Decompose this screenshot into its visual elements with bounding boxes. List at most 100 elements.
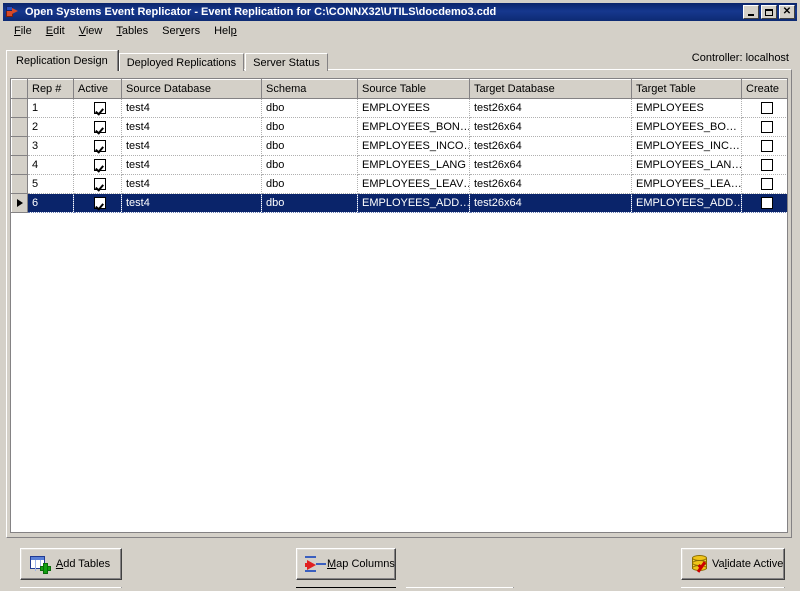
column-header-source-table[interactable]: Source Table: [358, 80, 470, 99]
create-checkbox[interactable]: [761, 102, 773, 114]
active-checkbox[interactable]: [94, 178, 106, 190]
maximize-button[interactable]: [761, 5, 777, 19]
close-button[interactable]: ✕: [779, 5, 795, 19]
create-checkbox[interactable]: [761, 140, 773, 152]
menu-prefix-help: Hel: [214, 25, 231, 37]
cell-active[interactable]: [74, 137, 122, 156]
active-checkbox[interactable]: [94, 121, 106, 133]
menu-item-help[interactable]: Help: [207, 23, 244, 39]
active-checkbox[interactable]: [94, 102, 106, 114]
action-button-bar: Add Tables Delete Rep: [6, 540, 792, 591]
delete-rep-button[interactable]: Delete Rep: [20, 587, 122, 591]
menu-item-tables[interactable]: Tables: [109, 23, 155, 39]
column-header-create[interactable]: Create: [742, 80, 788, 99]
row-header[interactable]: [12, 137, 28, 156]
cell-active[interactable]: [74, 194, 122, 213]
cell-schema: dbo: [262, 99, 358, 118]
map-columns-button[interactable]: Map Columns: [296, 548, 396, 580]
column-header-target-table[interactable]: Target Table: [632, 80, 742, 99]
tab-server-status[interactable]: Server Status: [245, 53, 328, 71]
cell-target-table: EMPLOYEES_LEA…: [632, 175, 742, 194]
row-header[interactable]: [12, 99, 28, 118]
create-checkbox[interactable]: [761, 159, 773, 171]
cell-create[interactable]: [742, 156, 788, 175]
cell-active[interactable]: [74, 156, 122, 175]
menu-bar: File Edit View Tables Servers Help: [3, 21, 797, 40]
cell-rep-number: 6: [28, 194, 74, 213]
cell-create[interactable]: [742, 118, 788, 137]
menu-label-servers: ers: [185, 25, 200, 37]
menu-label-file: ile: [21, 25, 32, 37]
create-checkbox[interactable]: [761, 178, 773, 190]
create-checkbox[interactable]: [761, 197, 773, 209]
window-title: Open Systems Event Replicator - Event Re…: [25, 6, 743, 18]
table-row[interactable]: 5 test4 dbo EMPLOYEES_LEAV… test26x64 EM…: [12, 175, 788, 194]
cell-create[interactable]: [742, 175, 788, 194]
validate-active-button[interactable]: Validate Active: [681, 548, 785, 580]
cell-target-table: EMPLOYEES_BO…: [632, 118, 742, 137]
add-tables-button[interactable]: Add Tables: [20, 548, 122, 580]
menu-item-view[interactable]: View: [72, 23, 110, 39]
menu-item-edit[interactable]: Edit: [39, 23, 72, 39]
cell-source-database: test4: [122, 156, 262, 175]
title-bar[interactable]: Open Systems Event Replicator - Event Re…: [3, 3, 797, 21]
config-servers-button[interactable]: Config Servers: [406, 587, 514, 591]
column-header-source-database[interactable]: Source Database: [122, 80, 262, 99]
row-header[interactable]: [12, 118, 28, 137]
row-header[interactable]: [12, 156, 28, 175]
replication-grid[interactable]: Rep # Active Source Database Schema Sour…: [10, 78, 788, 533]
cell-rep-number: 2: [28, 118, 74, 137]
tab-server-status-label: Server Status: [253, 57, 320, 69]
menu-label-view: iew: [86, 25, 103, 37]
active-checkbox[interactable]: [94, 159, 106, 171]
table-row[interactable]: 3 test4 dbo EMPLOYEES_INCO… test26x64 EM…: [12, 137, 788, 156]
tab-replication-design[interactable]: Replication Design: [6, 50, 118, 71]
minimize-button[interactable]: [743, 5, 759, 19]
cell-rep-number: 5: [28, 175, 74, 194]
cell-source-database: test4: [122, 137, 262, 156]
deploy-button[interactable]: Deploy: [681, 587, 785, 591]
build-targets-button[interactable]: Build Targets: [296, 587, 396, 591]
cell-create[interactable]: [742, 194, 788, 213]
cell-schema: dbo: [262, 137, 358, 156]
row-header-current[interactable]: [12, 194, 28, 213]
table-row[interactable]: 1 test4 dbo EMPLOYEES test26x64 EMPLOYEE…: [12, 99, 788, 118]
column-header-target-database[interactable]: Target Database: [470, 80, 632, 99]
cell-source-database: test4: [122, 194, 262, 213]
cell-active[interactable]: [74, 118, 122, 137]
cell-active[interactable]: [74, 99, 122, 118]
replication-table: Rep # Active Source Database Schema Sour…: [11, 79, 788, 213]
tab-deployed-replications[interactable]: Deployed Replications: [119, 53, 244, 71]
menu-item-servers[interactable]: Servers: [155, 23, 207, 39]
table-row[interactable]: 4 test4 dbo EMPLOYEES_LANG test26x64 EMP…: [12, 156, 788, 175]
cell-target-database: test26x64: [470, 156, 632, 175]
cell-target-database: test26x64: [470, 194, 632, 213]
table-row[interactable]: 2 test4 dbo EMPLOYEES_BON… test26x64 EMP…: [12, 118, 788, 137]
menu-label-edit: dit: [53, 25, 65, 37]
cell-source-database: test4: [122, 99, 262, 118]
cell-target-database: test26x64: [470, 99, 632, 118]
validate-active-label: Validate Active: [712, 558, 789, 570]
cell-rep-number: 1: [28, 99, 74, 118]
table-row-selected[interactable]: 6 test4 dbo EMPLOYEES_ADD… test26x64 EMP…: [12, 194, 788, 213]
tab-deployed-replications-label: Deployed Replications: [127, 57, 236, 69]
cell-active[interactable]: [74, 175, 122, 194]
map-columns-label: Map Columns: [327, 558, 401, 570]
create-checkbox[interactable]: [761, 121, 773, 133]
column-header-rep-number[interactable]: Rep #: [28, 80, 74, 99]
tab-strip: Replication Design Deployed Replications…: [8, 51, 329, 71]
row-header[interactable]: [12, 175, 28, 194]
add-tables-text: dd Tables: [63, 558, 110, 570]
column-header-schema[interactable]: Schema: [262, 80, 358, 99]
database-validate-icon: [690, 554, 712, 574]
current-row-arrow-icon: [17, 199, 23, 207]
active-checkbox[interactable]: [94, 197, 106, 209]
cell-schema: dbo: [262, 118, 358, 137]
table-add-icon: [29, 554, 51, 574]
active-checkbox[interactable]: [94, 140, 106, 152]
cell-create[interactable]: [742, 99, 788, 118]
grid-corner-cell[interactable]: [12, 80, 28, 99]
cell-create[interactable]: [742, 137, 788, 156]
column-header-active[interactable]: Active: [74, 80, 122, 99]
menu-item-file[interactable]: File: [7, 23, 39, 39]
